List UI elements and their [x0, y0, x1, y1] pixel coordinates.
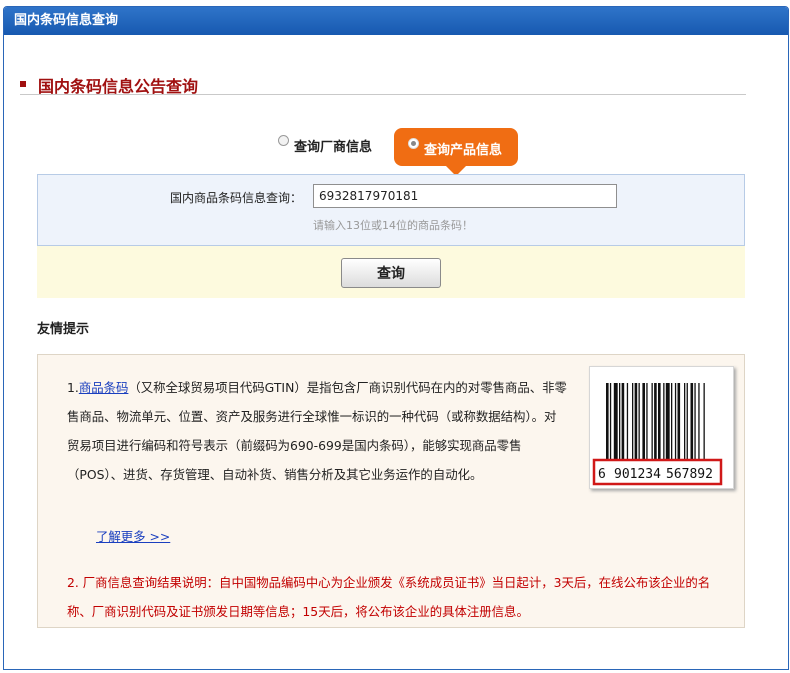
square-bullet-icon — [20, 81, 26, 87]
barcode-bar — [671, 383, 673, 459]
barcode-bar — [686, 383, 688, 459]
radio-manufacturer-label: 查询厂商信息 — [294, 140, 373, 155]
barcode-bar — [642, 383, 645, 459]
tip-item-2: 2. 厂商信息查询结果说明：自中国物品编码中心为企业颁发《系统成员证书》当日起计… — [67, 575, 711, 619]
barcode-bar — [677, 383, 681, 459]
barcode-query-form: 国内商品条码信息查询： 请输入13位或14位的商品条码！ — [37, 174, 745, 246]
learn-more-link[interactable]: 了解更多 >> — [96, 527, 170, 545]
barcode-bar — [674, 383, 677, 459]
radio-product[interactable]: 查询产品信息 — [408, 138, 503, 158]
tips-title: 友情提示 — [37, 322, 90, 337]
tip-1-prefix: 1. — [67, 380, 79, 395]
barcode-bar — [658, 383, 661, 459]
barcode-bar — [690, 383, 694, 459]
barcode-bar — [698, 383, 700, 459]
barcode-bar — [694, 383, 696, 459]
section-title: 国内条码信息公告查询 — [38, 77, 199, 96]
barcode-digits-left: 901234 — [614, 467, 661, 482]
barcode-bar — [646, 383, 648, 459]
tips-box: 1.商品条码（又称全球贸易项目代码GTIN）是指包含厂商识别代码在内的对零售商品… — [37, 354, 745, 628]
barcode-input-label: 国内商品条码信息查询： — [170, 191, 303, 205]
barcode-bar — [609, 383, 612, 459]
barcode-definition-link[interactable]: 商品条码 — [79, 380, 129, 395]
barcode-bar — [703, 383, 705, 459]
window-title: 国内条码信息查询 — [4, 7, 788, 35]
query-button[interactable]: 查询 — [341, 258, 441, 288]
barcode-bar — [626, 383, 629, 459]
barcode-bar — [621, 383, 625, 459]
barcode-bar — [684, 383, 686, 459]
section-header: 国内条码信息公告查询 — [20, 69, 746, 96]
barcode-bar — [613, 383, 618, 459]
barcode-icon: 6 901234 567892 — [592, 383, 723, 486]
tab-product-info[interactable]: 查询产品信息 — [394, 128, 518, 176]
barcode-bar — [663, 383, 665, 459]
barcode-bar — [606, 383, 609, 459]
barcode-bar — [654, 383, 657, 459]
tip-1-text: （又称全球贸易项目代码GTIN）是指包含厂商识别代码在内的对零售商品、非零售商品… — [67, 380, 567, 482]
query-type-selector: 查询厂商信息 查询产品信息 — [0, 125, 786, 176]
barcode-bar — [638, 383, 640, 459]
radio-manufacturer[interactable]: 查询厂商信息 — [278, 135, 373, 155]
barcode-input-hint: 请输入13位或14位的商品条码！ — [313, 219, 473, 232]
radio-checked-icon[interactable] — [408, 138, 419, 149]
barcode-input[interactable] — [313, 184, 617, 208]
barcode-digit-first: 6 — [598, 467, 606, 482]
tip-item-1: 1.商品条码（又称全球贸易项目代码GTIN）是指包含厂商识别代码在内的对零售商品… — [67, 373, 567, 489]
barcode-bar — [619, 383, 621, 459]
barcode-bar — [634, 383, 638, 459]
barcode-bar — [665, 383, 670, 459]
barcode-sample-image: 6 901234 567892 — [589, 366, 734, 489]
query-button-band: 查询 — [37, 246, 745, 298]
radio-unchecked-icon[interactable] — [278, 135, 289, 146]
barcode-digits-right: 567892 — [666, 467, 713, 482]
barcode-bar — [632, 383, 634, 459]
radio-product-label: 查询产品信息 — [424, 143, 503, 158]
barcode-bar — [651, 383, 653, 459]
